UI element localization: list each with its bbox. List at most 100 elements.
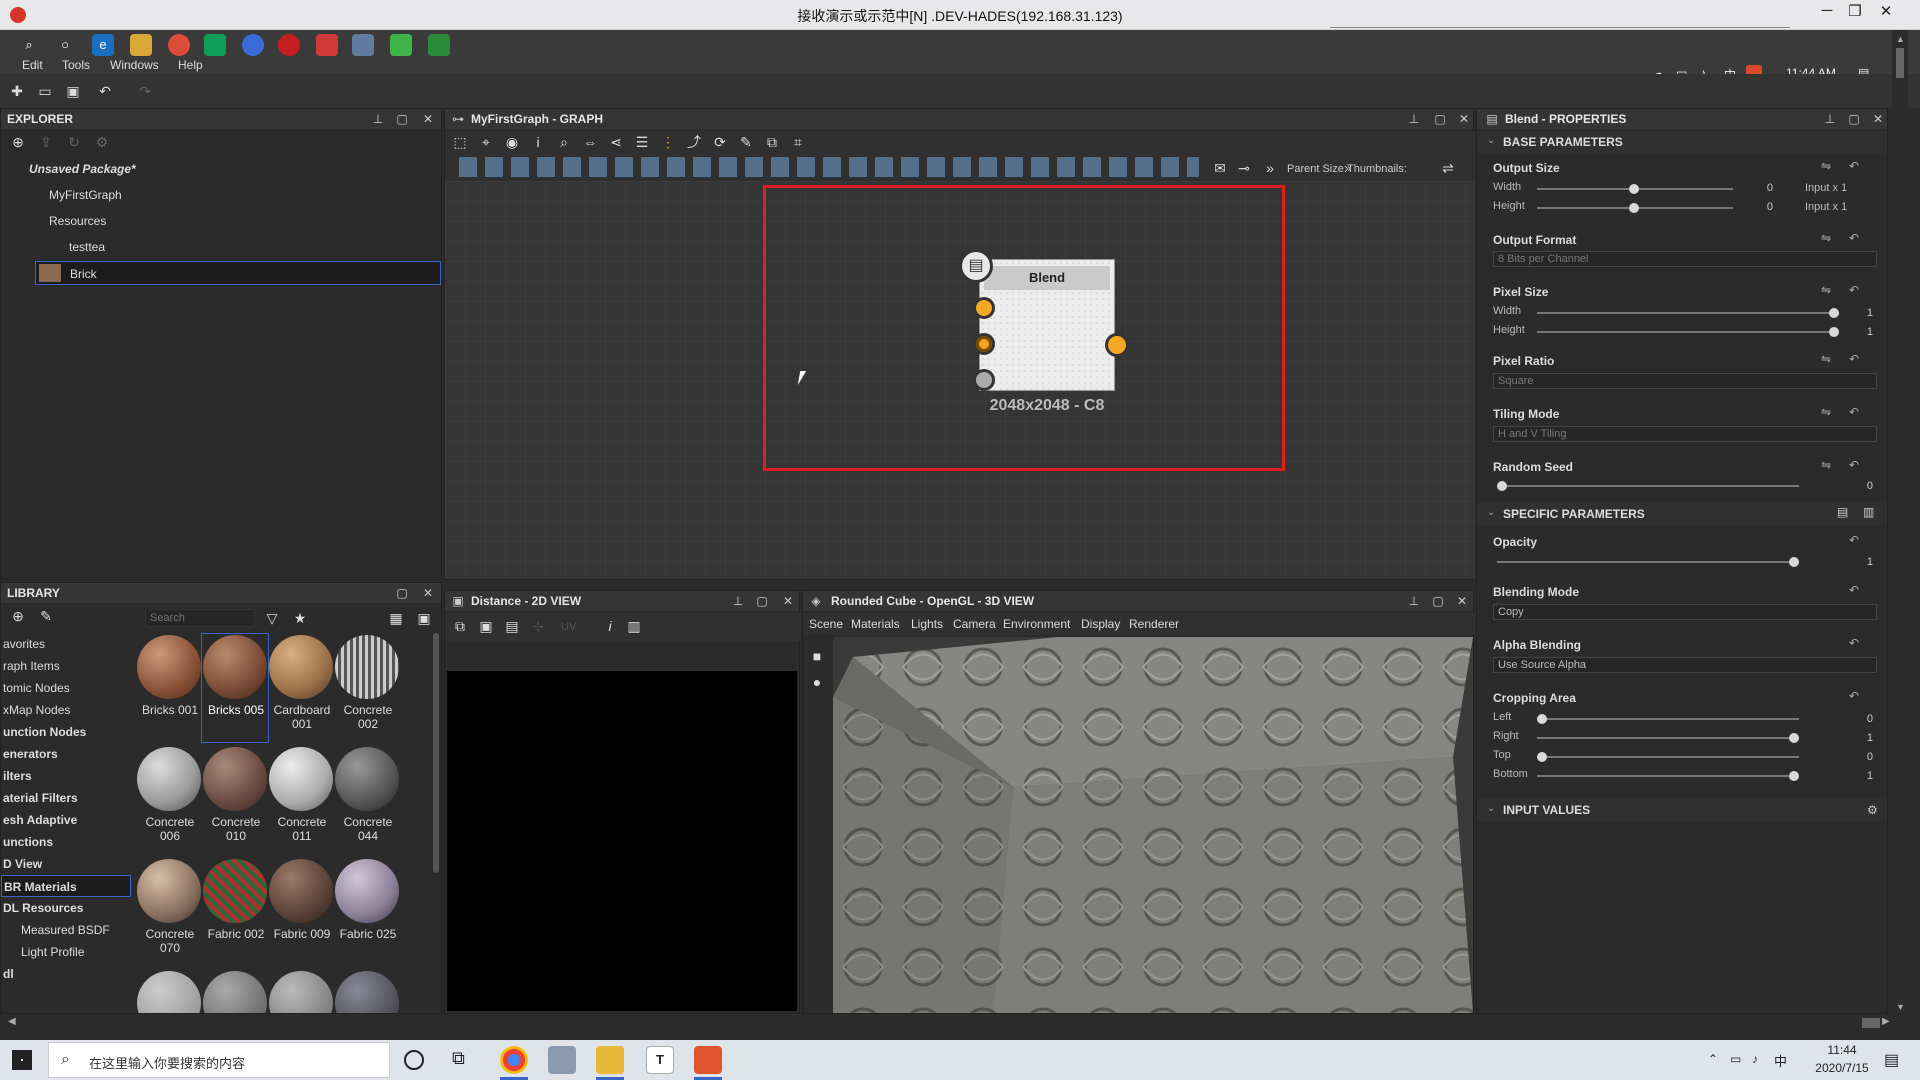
link-icon[interactable]: ⇋	[1821, 283, 1831, 297]
edit-icon[interactable]: ✎	[37, 607, 55, 625]
frame-icon[interactable]: ⬚	[451, 133, 469, 151]
recorder-icon[interactable]	[316, 34, 338, 56]
undo-icon[interactable]: ↶	[96, 82, 114, 100]
list-icon[interactable]: ☰	[633, 133, 651, 151]
copy-icon[interactable]: ⧉	[451, 617, 469, 635]
collapse-chevron-icon[interactable]: ⌄	[1487, 803, 1495, 814]
category-item[interactable]: xMap Nodes	[1, 699, 131, 721]
opacity-slider[interactable]	[1497, 557, 1799, 567]
reset-icon[interactable]: ↶	[1849, 352, 1859, 366]
crop-right-value[interactable]: 1	[1833, 732, 1873, 744]
link-icon[interactable]: ⇋	[1821, 458, 1831, 472]
link-icon[interactable]: ⇋	[1821, 231, 1831, 245]
close-panel-icon[interactable]: ✕	[781, 594, 795, 608]
alpha-blending-dropdown[interactable]: Use Source Alpha	[1493, 657, 1877, 673]
app-icon-2[interactable]	[242, 34, 264, 56]
add-library-icon[interactable]: ⊕	[9, 607, 27, 625]
add-icon[interactable]: ⊕	[9, 133, 27, 151]
library-item[interactable]: Fabric 002	[203, 859, 269, 941]
thumbnail-toggle-icon[interactable]: ⇌	[1439, 159, 1457, 177]
thumbnail-sphere[interactable]	[335, 971, 399, 1013]
thumbnail-sphere[interactable]	[269, 971, 333, 1013]
pixel-width-value[interactable]: 1	[1833, 307, 1873, 319]
crop-left-slider[interactable]	[1537, 714, 1799, 724]
comment-icon[interactable]: ✉	[1211, 159, 1229, 177]
random-seed-value[interactable]: 0	[1833, 480, 1873, 492]
scroll-right-icon[interactable]: ▶	[1882, 1016, 1890, 1027]
blending-mode-dropdown[interactable]: Copy	[1493, 604, 1877, 620]
maximize-icon[interactable]: ▢	[1847, 112, 1861, 126]
slider-knob[interactable]	[1789, 557, 1799, 567]
crop-right-slider[interactable]	[1537, 733, 1799, 743]
open-folder-icon[interactable]: ▭	[36, 82, 54, 100]
category-item[interactable]: tomic Nodes	[1, 677, 131, 699]
link-icon[interactable]: ⇋	[1821, 352, 1831, 366]
thumbnail-sphere[interactable]	[137, 971, 201, 1013]
close-panel-icon[interactable]: ✕	[1455, 594, 1469, 608]
align-icon[interactable]: ⇔	[581, 133, 599, 151]
center-icon[interactable]: ⌖	[477, 133, 495, 151]
library-item[interactable]: Concrete 011	[269, 747, 335, 843]
thumbnail-sphere[interactable]	[203, 971, 267, 1013]
pixel-width-slider[interactable]	[1537, 308, 1839, 318]
category-item[interactable]: avorites	[1, 633, 131, 655]
slider-knob[interactable]	[1497, 481, 1507, 491]
layout-icon[interactable]: ⋮	[659, 133, 677, 151]
vertical-scrollbar[interactable]: ▲ ▼	[1892, 30, 1908, 1030]
reset-icon[interactable]: ↶	[1849, 533, 1859, 547]
maximize-icon[interactable]: ▢	[395, 586, 409, 600]
input-values-header[interactable]: INPUT VALUES	[1477, 799, 1887, 821]
network-icon[interactable]: ▭	[1730, 1052, 1741, 1066]
crop-top-slider[interactable]	[1537, 752, 1799, 762]
menu-edit[interactable]: Edit	[22, 58, 43, 72]
pin-icon[interactable]: ⊥	[1407, 594, 1421, 608]
input-slot-foreground[interactable]	[973, 297, 995, 319]
category-item[interactable]: Measured BSDF	[1, 919, 131, 941]
histogram-icon[interactable]: ▥	[625, 617, 643, 635]
cortana-icon[interactable]: ○	[54, 34, 76, 56]
menu-lights[interactable]: Lights	[911, 617, 943, 631]
maximize-icon[interactable]: ▢	[1431, 594, 1445, 608]
action-center-icon[interactable]: ▤	[1884, 1050, 1899, 1070]
grid-view-icon[interactable]: ▦	[387, 609, 405, 627]
output-height-slider[interactable]	[1537, 203, 1733, 213]
link-icon[interactable]: ⇋	[1821, 159, 1831, 173]
crop-icon[interactable]: ⌗	[789, 133, 807, 151]
crop-left-value[interactable]: 0	[1833, 713, 1873, 725]
output-width-slider[interactable]	[1537, 184, 1733, 194]
parent-size-label[interactable]: Parent Size:	[1287, 163, 1347, 175]
preset-icon[interactable]: ▤	[1837, 505, 1848, 519]
close-panel-icon[interactable]: ✕	[1457, 112, 1471, 126]
crop-top-value[interactable]: 0	[1833, 751, 1873, 763]
volume-icon[interactable]: ♪	[1752, 1052, 1758, 1066]
scroll-left-icon[interactable]: ◀	[8, 1016, 16, 1027]
3d-view-canvas[interactable]	[833, 637, 1473, 1013]
reset-icon[interactable]: ↶	[1849, 405, 1859, 419]
slider-knob[interactable]	[1537, 714, 1547, 724]
cortana-icon[interactable]	[404, 1050, 424, 1070]
category-item[interactable]: Light Profile	[1, 941, 131, 963]
zoom-icon[interactable]: ⌕	[555, 133, 573, 151]
restore-button[interactable]: ❐	[1841, 2, 1869, 24]
wechat-icon[interactable]	[390, 34, 412, 56]
document-icon[interactable]: ▤	[959, 249, 993, 283]
2d-view-canvas[interactable]	[447, 671, 797, 1011]
video-camera-icon[interactable]: ■	[808, 647, 826, 665]
scroll-up-icon[interactable]: ▲	[1896, 34, 1905, 44]
clipboard-icon[interactable]: ▤	[503, 617, 521, 635]
app-icon-3[interactable]	[278, 34, 300, 56]
more-icon[interactable]: »	[1261, 159, 1279, 177]
export-icon[interactable]: ⇪	[37, 133, 55, 151]
reset-icon[interactable]: ↶	[1849, 231, 1859, 245]
blend-node[interactable]: Blend	[979, 259, 1115, 391]
chrome-taskbar-icon[interactable]	[500, 1046, 528, 1074]
substance-taskbar-icon[interactable]	[694, 1046, 722, 1074]
pin-icon[interactable]: ⊥	[1823, 112, 1837, 126]
reset-icon[interactable]: ↶	[1849, 458, 1859, 472]
category-item[interactable]: unctions	[1, 831, 131, 853]
minimize-button[interactable]: ─	[1813, 2, 1841, 24]
menu-renderer[interactable]: Renderer	[1129, 617, 1179, 631]
menu-scene[interactable]: Scene	[809, 617, 843, 631]
category-item[interactable]: ilters	[1, 765, 131, 787]
output-format-dropdown[interactable]: 8 Bits per Channel	[1493, 251, 1877, 267]
